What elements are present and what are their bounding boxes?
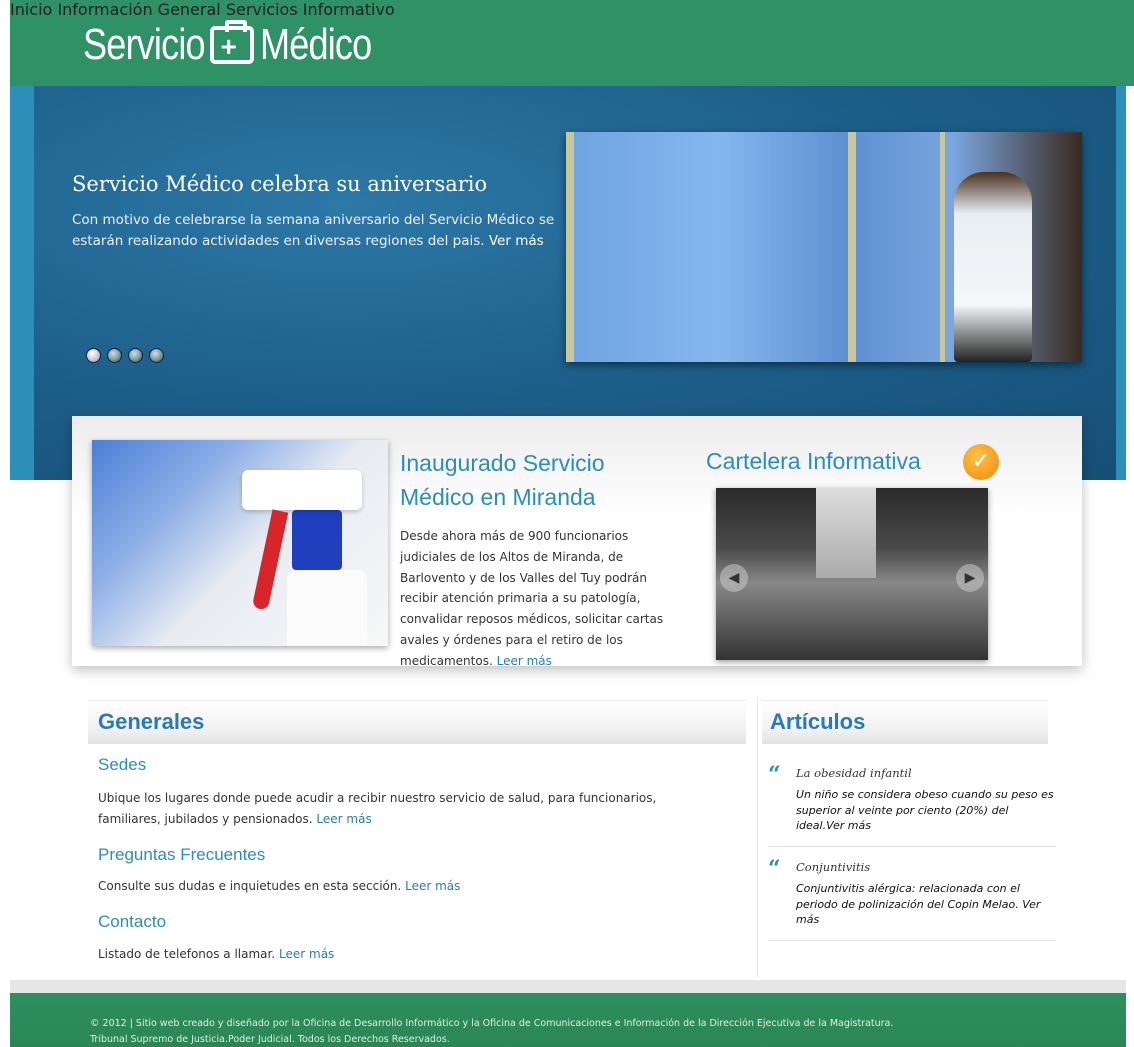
medical-kit-icon: + [209,20,254,64]
slider-dot-3[interactable] [128,348,143,363]
article-text: Conjuntivitis alérgica: relacionada con … [796,881,1058,928]
arrow-left-icon[interactable]: ◀ [720,564,748,592]
preguntas-leer-mas-link[interactable]: Leer más [405,879,460,893]
article-divider [768,846,1056,847]
footer-top-strip [10,980,1126,993]
contacto-text: Listado de telefonos a llamar. Leer más [98,944,698,965]
contacto-leer-mas-link[interactable]: Leer más [279,947,334,961]
column-divider [757,697,758,977]
check-badge-icon: ✓ [963,444,999,480]
featured-leer-mas-link[interactable]: Leer más [497,654,552,668]
article-divider [768,940,1056,941]
footer-credits: © 2012 | Sitio web creado y diseñado por… [90,1018,894,1029]
cartelera-title: Cartelera Informativa [706,448,921,474]
article-ver-mas-link[interactable]: Ver más [826,819,871,832]
site-logo[interactable]: Servicio + Médico [83,14,395,76]
site-header: Servicio + Médico Inicio Información Gen… [10,0,1134,86]
contacto-description: Listado de telefonos a llamar. [98,947,276,961]
contacto-title[interactable]: Contacto [98,912,166,932]
sedes-leer-mas-link[interactable]: Leer más [316,812,371,826]
arrow-right-icon[interactable]: ▶ [956,564,984,592]
hero-title: Servicio Médico celebra su aniversario [72,172,488,196]
featured-panel: Inaugurado Servicio Médico en Miranda De… [72,416,1082,668]
hero-photo [566,132,1082,362]
hero-description: Con motivo de celebrarse la semana anive… [72,212,555,249]
preguntas-description: Consulte sus dudas e inquietudes en esta… [98,879,402,893]
article-description: Conjuntivitis alérgica: relacionada con … [796,882,1020,911]
featured-image [92,440,388,646]
article-title[interactable]: La obesidad infantil [796,766,912,780]
logo-text-medico: Médico [259,20,372,69]
generales-title: Generales [98,709,205,734]
sedes-title[interactable]: Sedes [98,755,146,775]
footer-rights: Tribunal Supremo de Justicia.Poder Judic… [90,1034,450,1045]
article-title[interactable]: Conjuntivitis [796,860,870,874]
nav-inicio[interactable]: Inicio [10,0,52,19]
logo-text-servicio: Servicio [83,20,206,69]
slider-dot-1[interactable] [86,348,101,363]
slider-dots [86,348,164,363]
featured-text: Desde ahora más de 900 funcionarios judi… [400,526,682,672]
preguntas-text: Consulte sus dudas e inquietudes en esta… [98,876,698,897]
slider-dot-2[interactable] [107,348,122,363]
quote-icon: “ [768,762,781,788]
articulos-title: Artículos [770,709,866,734]
sedes-text: Ubique los lugares donde puede acudir a … [98,788,698,829]
preguntas-title[interactable]: Preguntas Frecuentes [98,845,265,865]
hero-text: Con motivo de celebrarse la semana anive… [72,210,558,252]
quote-icon: “ [768,856,781,882]
featured-description: Desde ahora más de 900 funcionarios judi… [400,529,664,668]
article-text: Un niño se considera obeso cuando su pes… [796,787,1058,834]
featured-title[interactable]: Inaugurado Servicio Médico en Miranda [400,446,660,514]
hero-ver-mas-link[interactable]: Ver más [489,233,544,249]
slider-dot-4[interactable] [149,348,164,363]
cartelera-image: ◀ ▶ [716,488,988,660]
site-footer: © 2012 | Sitio web creado y diseñado por… [10,993,1126,1047]
sedes-description: Ubique los lugares donde puede acudir a … [98,791,657,826]
